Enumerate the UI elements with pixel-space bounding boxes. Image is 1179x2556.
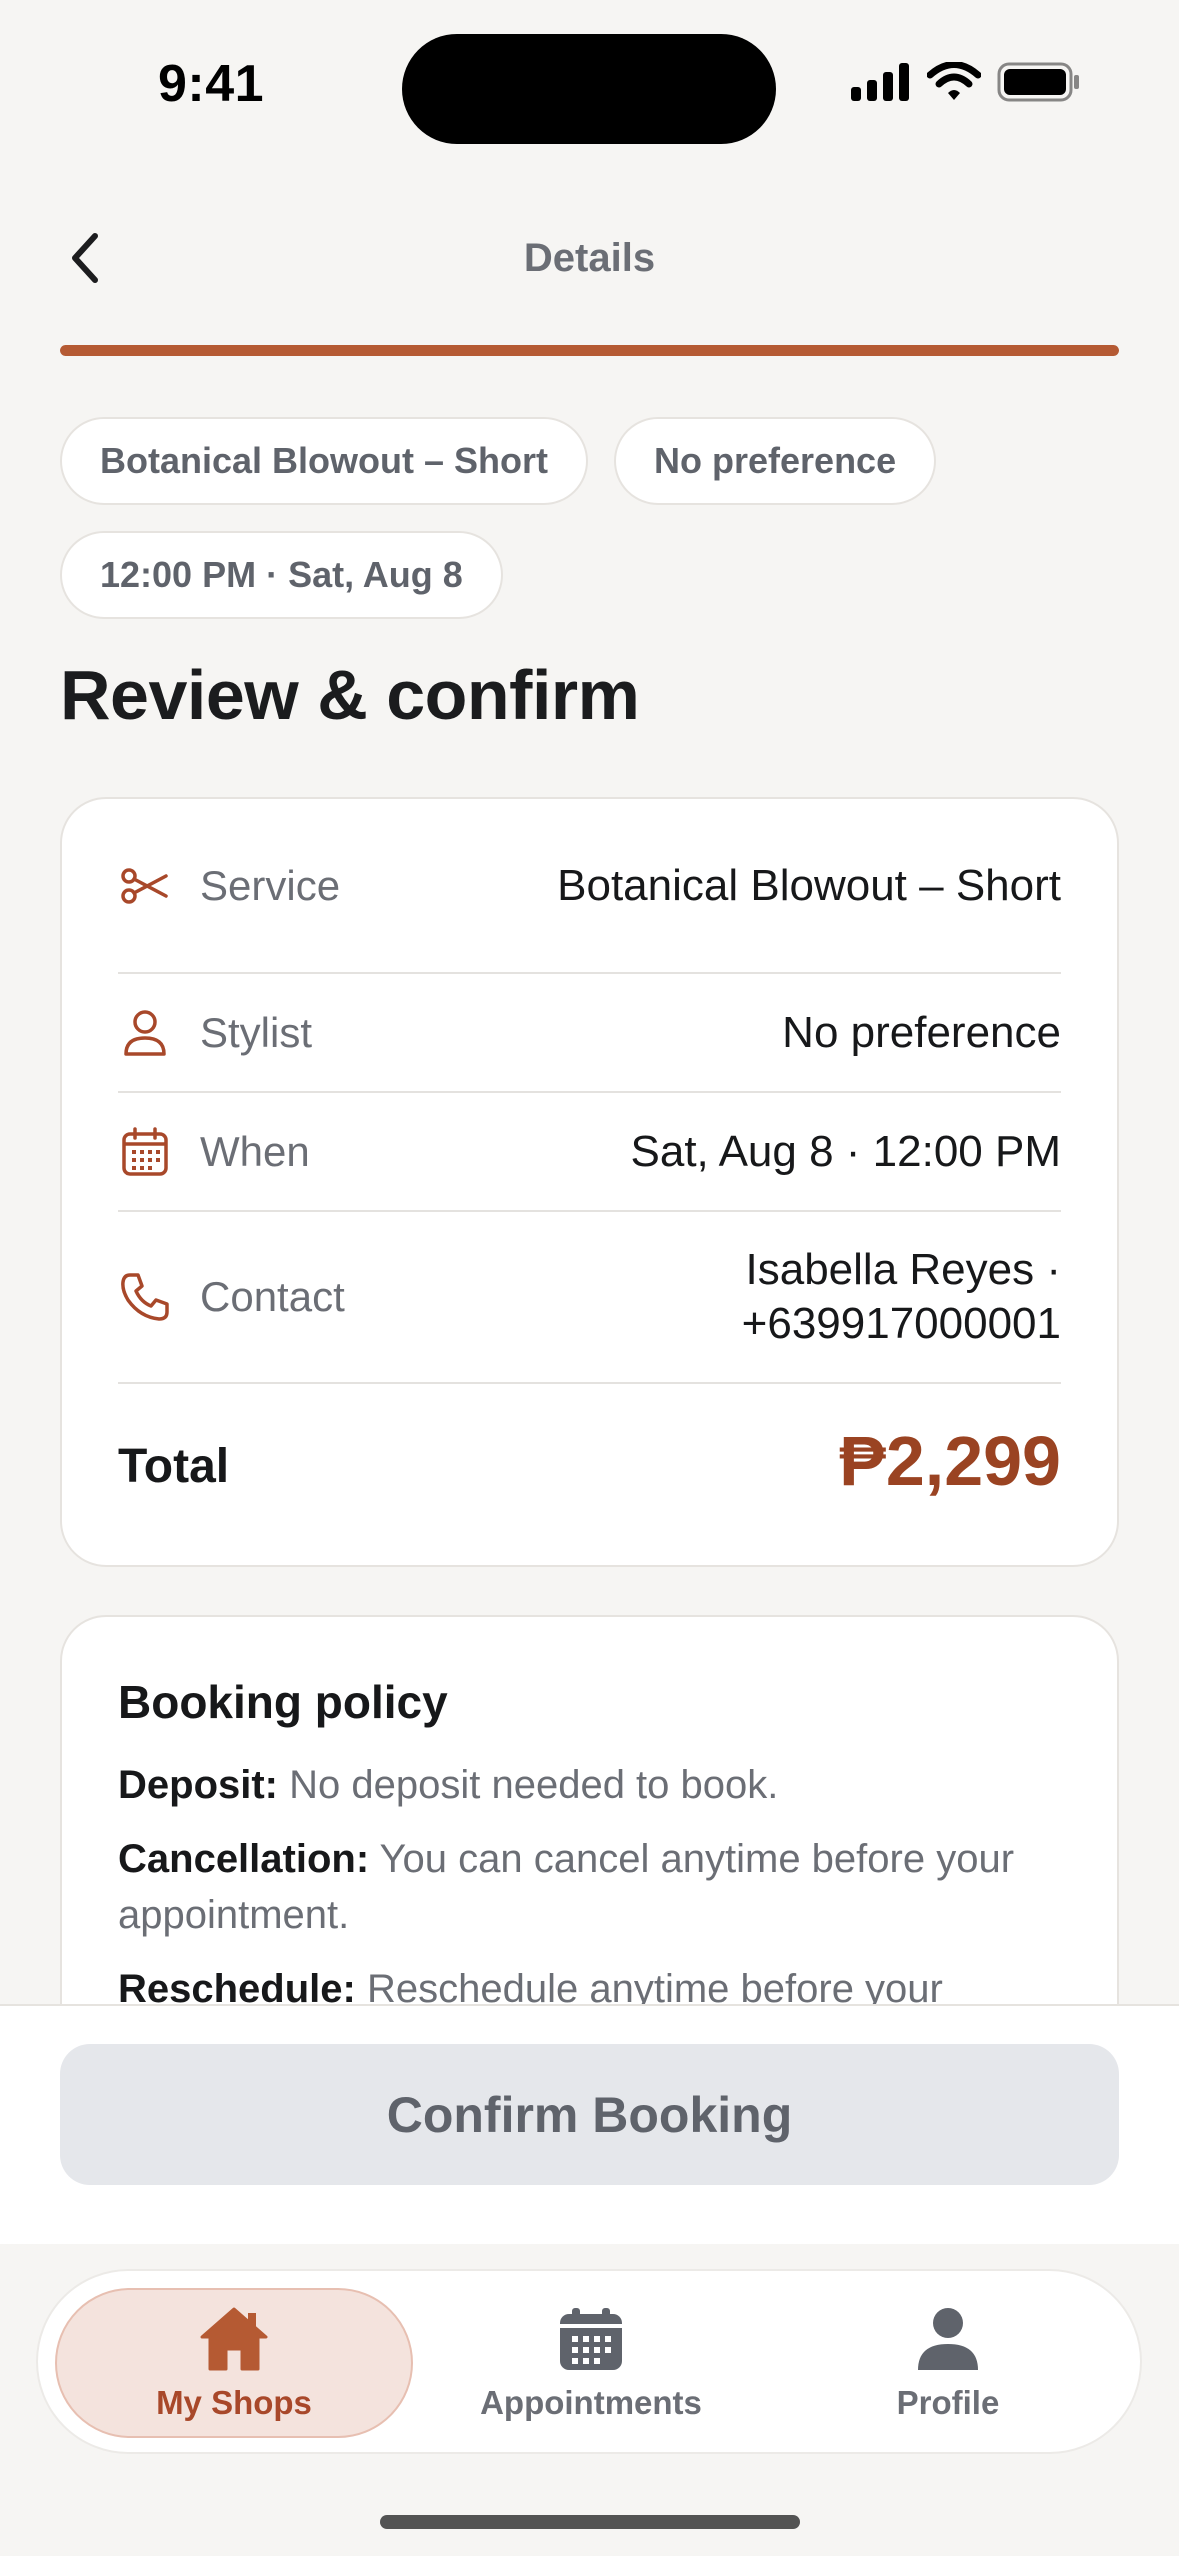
- when-value: Sat, Aug 8 · 12:00 PM: [630, 1126, 1061, 1176]
- tab-label: Appointments: [480, 2384, 702, 2421]
- calendar-icon: [553, 2304, 629, 2374]
- scissors-icon: [118, 859, 172, 913]
- tab-profile[interactable]: Profile: [769, 2288, 1127, 2438]
- booking-progress-bar: [60, 345, 1119, 356]
- summary-row-contact: Contact Isabella Reyes · +639917000001: [118, 1212, 1061, 1384]
- selection-chips: Botanical Blowout – Short No preference …: [60, 417, 1120, 619]
- booking-review-screen: 9:41 Details Botanical Blowout – Short N…: [0, 0, 1179, 2556]
- dynamic-island: [402, 34, 776, 144]
- tab-appointments[interactable]: Appointments: [412, 2288, 770, 2438]
- calendar-icon: [118, 1125, 172, 1179]
- policy-term: Deposit:: [118, 1763, 278, 1807]
- total-label: Total: [118, 1440, 230, 1493]
- chip-time[interactable]: 12:00 PM · Sat, Aug 8: [60, 531, 503, 619]
- service-value: Botanical Blowout – Short: [557, 860, 1061, 910]
- person-icon: [118, 1006, 172, 1060]
- contact-phone: +639917000001: [741, 1299, 1061, 1348]
- summary-row-service: Service Botanical Blowout – Short: [118, 799, 1061, 974]
- status-time: 9:41: [158, 55, 265, 113]
- when-label: When: [200, 1127, 310, 1175]
- wifi-icon: [926, 61, 982, 107]
- policy-list: Deposit: No deposit needed to book. Canc…: [118, 1757, 1061, 2035]
- confirm-footer: Confirm Booking: [0, 2004, 1179, 2244]
- navigation-header: Details: [0, 200, 1179, 320]
- chip-service[interactable]: Botanical Blowout – Short: [60, 417, 589, 505]
- battery-icon: [997, 62, 1081, 107]
- policy-item-deposit: Deposit: No deposit needed to book.: [118, 1757, 1061, 1813]
- service-label: Service: [200, 861, 341, 909]
- cellular-signal-icon: [851, 63, 911, 106]
- total-price: ₱2,299: [839, 1422, 1061, 1500]
- stylist-label: Stylist: [200, 1008, 313, 1056]
- chip-stylist[interactable]: No preference: [614, 417, 937, 505]
- tab-my-shops[interactable]: My Shops: [55, 2288, 413, 2438]
- policy-text: No deposit needed to book.: [289, 1763, 779, 1807]
- home-indicator: [380, 2515, 800, 2529]
- page-title: Review & confirm: [60, 656, 640, 734]
- summary-row-when: When Sat, Aug 8 · 12:00 PM: [118, 1093, 1061, 1212]
- contact-label: Contact: [200, 1273, 345, 1320]
- contact-value: Isabella Reyes · +639917000001: [742, 1243, 1061, 1351]
- status-icons: [851, 61, 1081, 107]
- booking-summary-card: Service Botanical Blowout – Short Stylis…: [60, 797, 1119, 1567]
- house-icon: [196, 2304, 272, 2374]
- policy-term: Cancellation:: [118, 1837, 370, 1881]
- header-title: Details: [523, 236, 656, 280]
- phone-icon: [118, 1270, 172, 1324]
- contact-name: Isabella Reyes ·: [745, 1245, 1061, 1294]
- policy-item-cancellation: Cancellation: You can cancel anytime bef…: [118, 1831, 1061, 1943]
- status-bar: 9:41: [0, 0, 1179, 170]
- progress-fill: [60, 345, 1119, 356]
- summary-row-stylist: Stylist No preference: [118, 974, 1061, 1093]
- confirm-booking-button[interactable]: Confirm Booking: [60, 2044, 1119, 2185]
- tab-label: Profile: [896, 2384, 1000, 2421]
- tab-label: My Shops: [156, 2384, 312, 2421]
- policy-title: Booking policy: [118, 1676, 448, 1728]
- stylist-value: No preference: [782, 1007, 1061, 1057]
- tab-bar: My Shops Appointments Profile: [36, 2269, 1142, 2454]
- person-icon: [910, 2304, 986, 2374]
